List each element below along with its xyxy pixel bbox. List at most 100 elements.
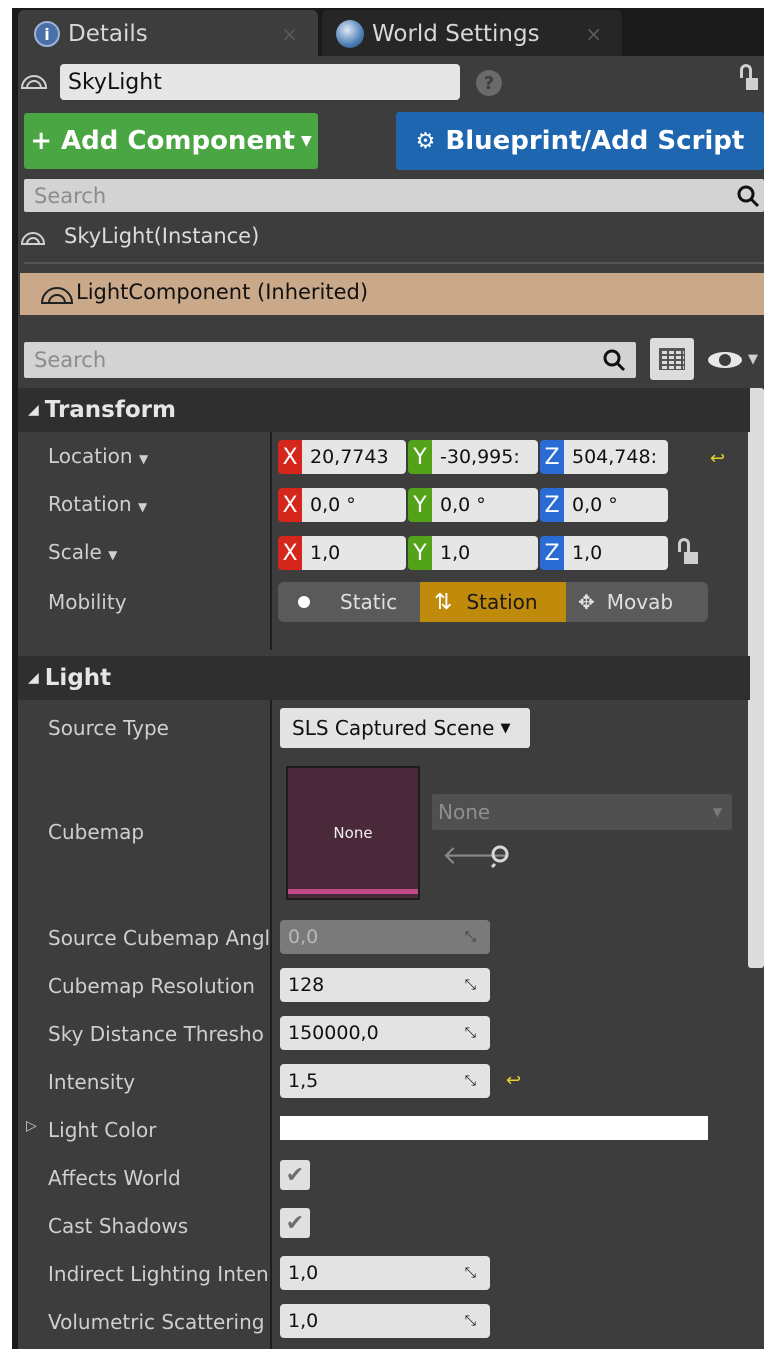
tab-world-settings[interactable]: World Settings × [322,10,622,58]
affects-world-label: Affects World [48,1166,181,1190]
move-arrows-icon: ✥ [578,590,595,614]
add-component-button[interactable]: + Add Component ▼ [24,113,318,169]
chevron-down-icon: ▼ [138,452,149,466]
column-divider [270,432,272,650]
reset-to-default-icon[interactable]: ↩ [506,1070,521,1091]
component-light-item[interactable]: LightComponent (Inherited) [20,273,764,315]
tab-details[interactable]: i Details × [18,10,318,58]
divider [24,262,764,264]
asset-type-bar [288,889,418,894]
component-light-label: LightComponent (Inherited) [76,280,369,304]
source-cubemap-angle-label: Source Cubemap Angl [48,926,270,950]
rotation-z-field[interactable]: Z 0,0 ° [540,488,668,522]
intensity-label: Intensity [48,1070,136,1094]
location-label[interactable]: Location ▼ [48,444,148,468]
indirect-lighting-intensity-label: Indirect Lighting Inten: [48,1262,270,1286]
scale-label[interactable]: Scale ▼ [48,540,117,564]
close-icon[interactable]: × [281,22,298,46]
tab-details-label: Details [68,21,148,47]
drag-arrow-icon: ⤡ [464,977,476,993]
globe-icon [336,20,364,48]
z-axis-tag: Z [540,440,564,474]
y-axis-tag: Y [408,488,432,522]
reset-to-default-icon[interactable]: ↩ [710,448,725,469]
info-icon: i [34,21,60,47]
scale-y-field[interactable]: Y 1,0 [408,536,538,570]
lock-icon[interactable] [676,538,700,566]
scale-z-field[interactable]: Z 1,0 [540,536,668,570]
cubemap-thumbnail[interactable]: None [286,766,420,900]
cubemap-asset-dropdown[interactable]: None ▼ [432,794,732,830]
z-axis-tag: Z [540,488,564,522]
x-axis-tag: X [278,488,302,522]
intensity-field[interactable]: 1,5 ⤡ [280,1064,490,1098]
scale-x-field[interactable]: X 1,0 [278,536,406,570]
search-icon[interactable] [736,184,760,208]
gears-icon: ⚙ [415,128,436,154]
chevron-down-icon: ▼ [712,805,722,819]
component-search-input[interactable]: Search [24,179,764,212]
blueprint-add-script-button[interactable]: ⚙ Blueprint/Add Script [396,112,764,170]
rotation-x-field[interactable]: X 0,0 ° [278,488,406,522]
volumetric-scattering-field[interactable]: 1,0 ⤡ [280,1304,490,1338]
x-axis-tag: X [278,440,302,474]
mobility-selector: Static ⇅ Station ✥ Movab [278,582,708,622]
expand-triangle-icon[interactable]: ▷ [26,1118,37,1134]
drag-arrow-icon: ⤡ [464,929,476,945]
cast-shadows-label: Cast Shadows [48,1214,189,1238]
indirect-lighting-intensity-field[interactable]: 1,0 ⤡ [280,1256,490,1290]
grid-view-icon[interactable] [650,338,694,380]
source-type-dropdown[interactable]: SLS Captured Scene ▼ [280,708,530,748]
cubemap-label: Cubemap [48,820,145,844]
collapse-triangle-icon: ◢ [28,670,39,686]
actor-name-field[interactable]: SkyLight [60,64,460,100]
skylight-icon [20,75,48,89]
rotation-label[interactable]: Rotation ▼ [48,492,147,516]
y-axis-tag: Y [408,536,432,570]
drag-arrow-icon: ⤡ [464,1073,476,1089]
close-icon[interactable]: × [585,22,602,46]
collapse-triangle-icon: ◢ [28,402,39,418]
rotation-y-field[interactable]: Y 0,0 ° [408,488,538,522]
x-axis-tag: X [278,536,302,570]
details-panel [18,56,764,1349]
details-search-input[interactable]: Search [24,342,636,378]
source-type-label: Source Type [48,716,169,740]
light-section-header[interactable]: ◢ Light [18,656,750,700]
mobility-static-option[interactable]: Static [278,582,420,622]
transform-section-header[interactable]: ◢ Transform [18,388,750,432]
stationary-icon: ⇅ [434,589,453,615]
lock-icon[interactable] [738,64,758,92]
actor-name: SkyLight [68,69,162,95]
cast-shadows-checkbox[interactable]: ✔ [280,1208,310,1238]
skylight-icon [40,287,74,304]
y-axis-tag: Y [408,440,432,474]
help-icon[interactable]: ? [476,70,502,96]
mobility-movable-option[interactable]: ✥ Movab [566,582,708,622]
light-color-swatch[interactable] [280,1116,708,1140]
mobility-label: Mobility [48,590,127,614]
sky-distance-threshold-field[interactable]: 150000,0 ⤡ [280,1016,490,1050]
location-x-field[interactable]: X 20,7743 [278,440,406,474]
location-y-field[interactable]: Y -30,995: [408,440,538,474]
static-dot-icon [298,596,310,608]
mobility-stationary-option[interactable]: ⇅ Station [420,582,566,622]
chevron-down-icon: ▼ [108,548,118,562]
scrollbar[interactable] [748,388,764,968]
source-cubemap-angle-field: 0,0 ⤡ [280,920,490,954]
sky-distance-threshold-label: Sky Distance Thresho [48,1022,264,1046]
eye-icon[interactable] [708,350,744,370]
affects-world-checkbox[interactable]: ✔ [280,1160,310,1190]
search-icon[interactable] [602,348,626,372]
light-color-label: Light Color [48,1118,157,1142]
browse-search-icon[interactable] [490,844,514,868]
location-z-field[interactable]: Z 504,748: [540,440,668,474]
column-divider [270,700,272,1349]
cubemap-resolution-field[interactable]: 128 ⤡ [280,968,490,1002]
chevron-down-icon[interactable]: ▼ [748,352,758,367]
chevron-down-icon: ▼ [301,133,312,149]
component-instance-item[interactable]: SkyLight(Instance) [64,224,259,248]
volumetric-scattering-label: Volumetric Scattering [48,1310,265,1334]
drag-arrow-icon: ⤡ [464,1025,476,1041]
tab-world-settings-label: World Settings [372,21,540,47]
